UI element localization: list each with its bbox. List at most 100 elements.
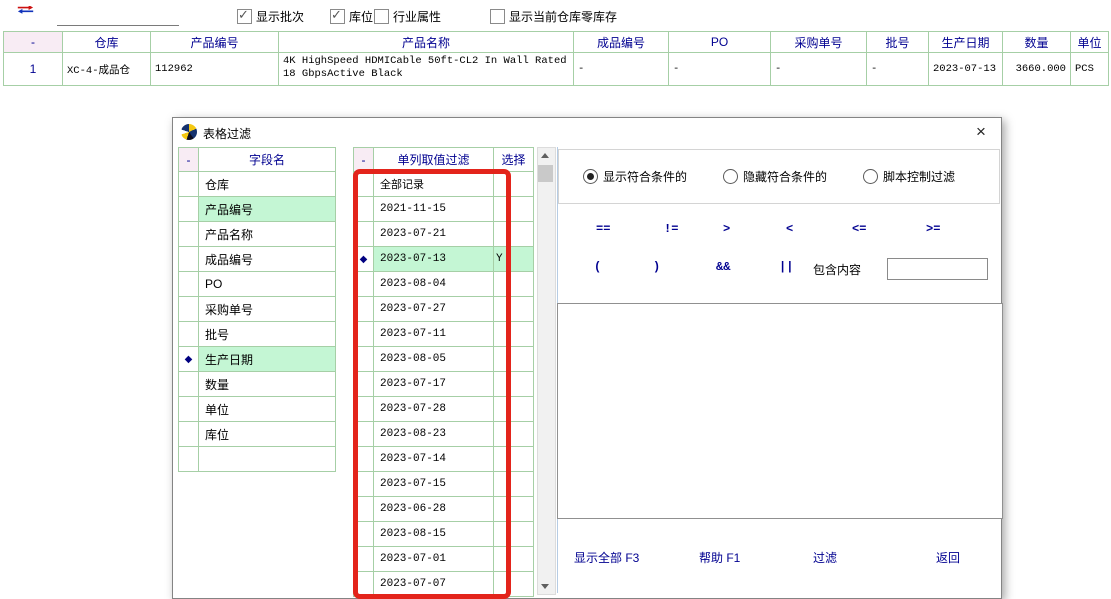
field-name-cell[interactable]: 仓库 <box>199 172 336 197</box>
checkbox-label[interactable]: 库位 <box>349 8 373 25</box>
value-row[interactable]: 2023-08-15 <box>354 522 534 547</box>
value-cell[interactable]: 2023-07-15 <box>374 472 494 497</box>
cell-warehouse[interactable]: XC-4-成品仓 <box>63 53 151 86</box>
checkbox-label[interactable]: 行业属性 <box>393 8 441 25</box>
filter-mode-radio[interactable]: 隐藏符合条件的 <box>723 168 827 185</box>
choose-cell[interactable] <box>494 222 534 247</box>
field-row[interactable]: 单位 <box>179 397 336 422</box>
checkbox-icon[interactable] <box>374 9 389 24</box>
radio-label[interactable]: 隐藏符合条件的 <box>743 168 827 185</box>
field-name-cell[interactable]: 库位 <box>199 422 336 447</box>
value-cell[interactable]: 2023-08-15 <box>374 522 494 547</box>
value-row[interactable]: 2023-07-28 <box>354 397 534 422</box>
quick-filter-input[interactable] <box>57 7 179 26</box>
cell-po[interactable]: - <box>669 53 771 86</box>
scroll-up-icon[interactable] <box>538 148 553 163</box>
checkbox-icon[interactable] <box>237 9 252 24</box>
value-table-scrollbar[interactable] <box>537 147 556 595</box>
choose-cell[interactable] <box>494 197 534 222</box>
value-cell[interactable]: 2023-07-07 <box>374 572 494 597</box>
field-row[interactable] <box>179 447 336 472</box>
field-row[interactable]: 产品名称 <box>179 222 336 247</box>
field-name-cell[interactable]: 产品编号 <box>199 197 336 222</box>
value-cell[interactable]: 2021-11-15 <box>374 197 494 222</box>
value-row[interactable]: 2023-07-15 <box>354 472 534 497</box>
value-cell[interactable]: 2023-08-23 <box>374 422 494 447</box>
radio-label[interactable]: 显示符合条件的 <box>603 168 687 185</box>
field-row[interactable]: PO <box>179 272 336 297</box>
value-row[interactable]: 2023-06-28 <box>354 497 534 522</box>
field-name-cell[interactable]: 单位 <box>199 397 336 422</box>
value-row[interactable]: 2023-07-27 <box>354 297 534 322</box>
footer-button[interactable]: 返回 <box>936 549 960 566</box>
operator-button[interactable]: > <box>723 222 730 236</box>
filter-mode-radio[interactable]: 脚本控制过滤 <box>863 168 955 185</box>
value-cell[interactable]: 2023-07-17 <box>374 372 494 397</box>
choose-cell[interactable] <box>494 347 534 372</box>
toolbar-checkbox[interactable]: 库位 <box>330 8 373 24</box>
cell-product-name[interactable]: 4K HighSpeed HDMICable 50ft-CL2 In Wall … <box>279 53 574 86</box>
choose-cell[interactable] <box>494 422 534 447</box>
value-row[interactable]: 2023-07-01 <box>354 547 534 572</box>
close-icon[interactable]: × <box>969 121 993 145</box>
filter-mode-radio[interactable]: 显示符合条件的 <box>583 168 687 185</box>
value-cell[interactable]: 2023-07-11 <box>374 322 494 347</box>
operator-button[interactable]: != <box>664 222 678 236</box>
value-cell[interactable]: 2023-07-27 <box>374 297 494 322</box>
choose-cell[interactable] <box>494 472 534 497</box>
footer-button[interactable]: 显示全部 F3 <box>574 549 639 566</box>
value-cell[interactable]: 2023-07-13 <box>374 247 494 272</box>
cell-product-no[interactable]: 112962 <box>151 53 279 86</box>
radio-label[interactable]: 脚本控制过滤 <box>883 168 955 185</box>
field-name-cell[interactable]: 采购单号 <box>199 297 336 322</box>
checkbox-label[interactable]: 显示当前仓库零库存 <box>509 8 617 25</box>
dialog-titlebar[interactable]: 表格过滤 × <box>173 118 1001 146</box>
footer-button[interactable]: 过滤 <box>813 549 837 566</box>
cell-qty[interactable]: 3660.000 <box>1003 53 1071 86</box>
choose-cell[interactable] <box>494 572 534 597</box>
field-row[interactable]: 仓库 <box>179 172 336 197</box>
value-row[interactable]: 2023-08-23 <box>354 422 534 447</box>
field-row[interactable]: 成品编号 <box>179 247 336 272</box>
operator-button[interactable]: < <box>786 222 793 236</box>
field-name-cell[interactable]: 批号 <box>199 322 336 347</box>
radio-icon[interactable] <box>583 169 598 184</box>
choose-cell[interactable] <box>494 372 534 397</box>
cell-finished-no[interactable]: - <box>574 53 669 86</box>
field-row[interactable]: 库位 <box>179 422 336 447</box>
checkbox-icon[interactable] <box>330 9 345 24</box>
toolbar-checkbox[interactable]: 行业属性 <box>374 8 441 24</box>
field-name-cell[interactable]: PO <box>199 272 336 297</box>
value-row[interactable]: 2023-07-17 <box>354 372 534 397</box>
filter-expression-box[interactable] <box>557 303 1003 519</box>
value-row[interactable]: 2023-07-14 <box>354 447 534 472</box>
cell-batch-no[interactable]: - <box>867 53 929 86</box>
value-cell[interactable]: 2023-08-05 <box>374 347 494 372</box>
radio-icon[interactable] <box>863 169 878 184</box>
cell-prod-date[interactable]: 2023-07-13 <box>929 53 1003 86</box>
value-cell[interactable]: 2023-08-04 <box>374 272 494 297</box>
value-cell[interactable]: 2023-07-01 <box>374 547 494 572</box>
choose-cell[interactable] <box>494 297 534 322</box>
cell-rownum[interactable]: 1 <box>4 53 63 86</box>
field-name-cell[interactable]: 产品名称 <box>199 222 336 247</box>
choose-cell[interactable] <box>494 447 534 472</box>
value-row[interactable]: 全部记录 <box>354 172 534 197</box>
choose-cell[interactable] <box>494 397 534 422</box>
toolbar-checkbox[interactable]: 显示批次 <box>237 8 304 24</box>
value-row[interactable]: 2023-07-21 <box>354 222 534 247</box>
choose-cell[interactable] <box>494 497 534 522</box>
value-row[interactable]: 2023-07-11 <box>354 322 534 347</box>
choose-cell[interactable] <box>494 522 534 547</box>
choose-cell[interactable]: Y <box>494 247 534 272</box>
field-row[interactable]: ◆ 生产日期 <box>179 347 336 372</box>
field-row[interactable]: 产品编号 <box>179 197 336 222</box>
value-row[interactable]: 2023-08-05 <box>354 347 534 372</box>
choose-cell[interactable] <box>494 322 534 347</box>
choose-cell[interactable] <box>494 272 534 297</box>
value-cell[interactable]: 2023-07-21 <box>374 222 494 247</box>
field-name-cell[interactable] <box>199 447 336 472</box>
choose-cell[interactable] <box>494 547 534 572</box>
field-row[interactable]: 批号 <box>179 322 336 347</box>
footer-button[interactable]: 帮助 F1 <box>699 549 740 566</box>
